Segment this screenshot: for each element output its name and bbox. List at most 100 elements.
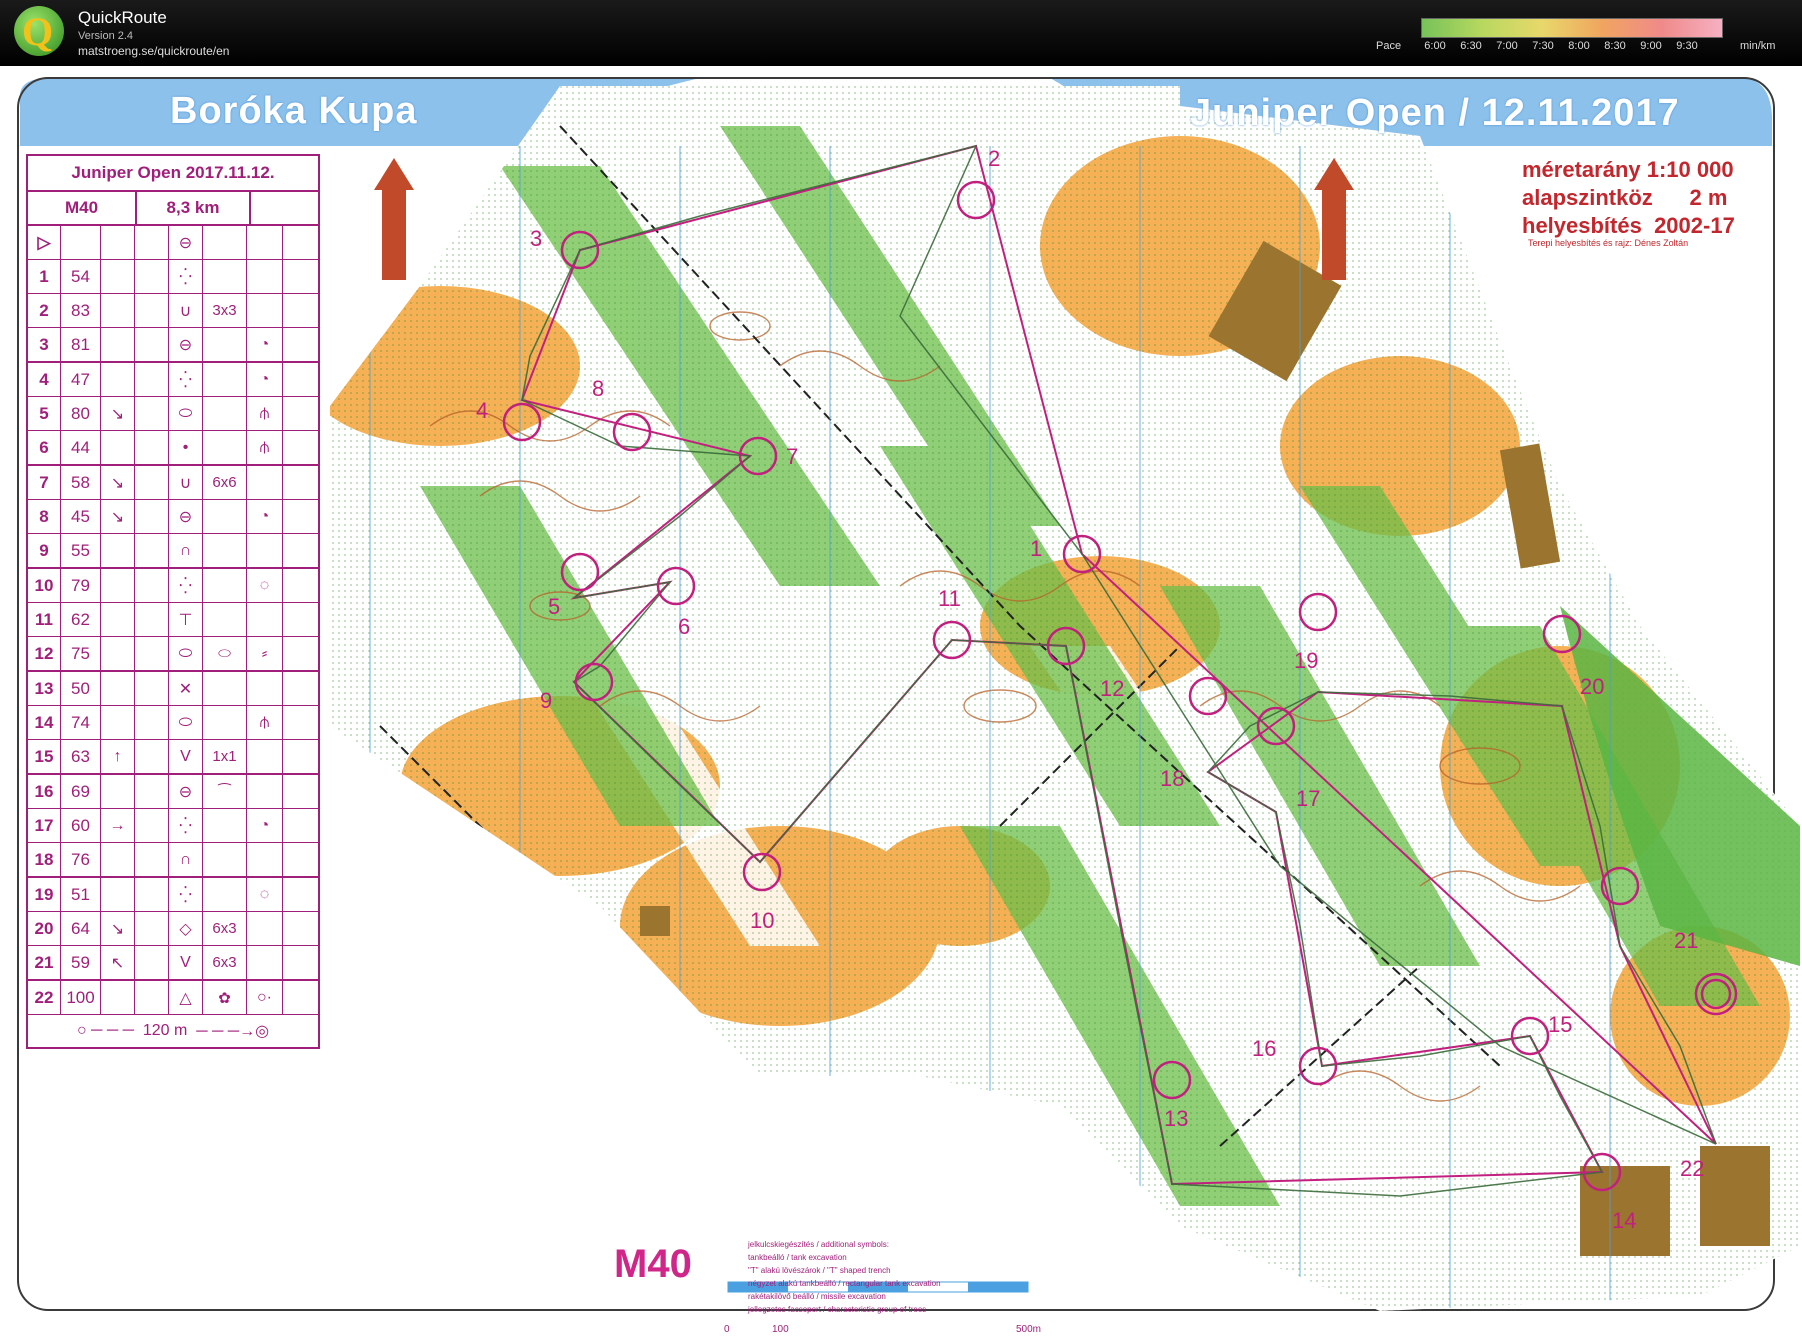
control-number: 16 [1252, 1036, 1276, 1061]
cd-location-icon [247, 946, 283, 979]
legend-line: jellegzetes facsoport / characteristic g… [748, 1305, 927, 1314]
cd-location-icon [247, 294, 283, 327]
cd-location-icon [247, 912, 283, 945]
cd-control-row: 2 83 ∪ 3x3 [28, 294, 318, 328]
cd-start-row: ▷ ⊖ [28, 226, 318, 260]
cd-empty-cell [135, 260, 169, 293]
cd-empty-cell [135, 397, 169, 430]
cd-feature-icon: ⁛ [169, 363, 203, 396]
cd-control-row: 20 64 ↘ ◇ 6x3 [28, 912, 318, 946]
pace-tick: 8:00 [1568, 40, 1590, 52]
cd-empty-cell [135, 466, 169, 499]
quickroute-logo-icon: Q [14, 6, 64, 56]
cd-location-icon: ◔ [247, 500, 283, 533]
cd-empty-cell [135, 328, 169, 361]
cd-direction-icon: → [101, 809, 135, 842]
pace-color-scale [1421, 18, 1723, 38]
cd-control-number: 15 [28, 740, 61, 773]
cd-feature-icon: ⁛ [169, 260, 203, 293]
start-feature-icon: ⊖ [169, 226, 203, 259]
cd-control-number: 4 [28, 363, 61, 396]
cd-empty-cell [135, 740, 169, 773]
cd-control-code: 50 [61, 672, 101, 705]
cd-empty-cell [283, 775, 317, 808]
control-number: 22 [1680, 1156, 1704, 1181]
control-number: 11 [938, 586, 961, 611]
cd-location-icon [247, 534, 283, 567]
control-number: 3 [530, 226, 542, 251]
cd-direction-icon [101, 672, 135, 705]
control-number: 8 [592, 376, 604, 401]
cd-location-icon [247, 775, 283, 808]
control-number: 18 [1160, 766, 1184, 791]
cd-empty-cell [283, 878, 317, 911]
cd-control-number: 11 [28, 603, 61, 636]
cd-control-code: 64 [61, 912, 101, 945]
cd-control-row: 5 80 ↘ ⬭ ⫛ [28, 397, 318, 431]
cd-feature-icon: ∩ [169, 534, 203, 567]
cd-empty-cell [135, 775, 169, 808]
cd-dimension [203, 843, 247, 876]
cd-control-code: 83 [61, 294, 101, 327]
cd-dimension: 3x3 [203, 294, 247, 327]
cd-feature-icon: ◇ [169, 912, 203, 945]
cd-dimension [203, 809, 247, 842]
cd-direction-icon: ↑ [101, 740, 135, 773]
cd-control-number: 16 [28, 775, 61, 808]
cd-control-code: 47 [61, 363, 101, 396]
legend-line: négyzet alakú tankbeálló / rectangular t… [748, 1279, 941, 1288]
cd-control-number: 1 [28, 260, 61, 293]
cd-control-number: 22 [28, 981, 61, 1014]
orienteering-map[interactable]: 1 2 3 4 5 6 7 8 9 10 11 12 13 14 15 16 1… [0, 66, 1802, 1335]
cd-direction-icon: ↘ [101, 466, 135, 499]
cd-dimension: 6x6 [203, 466, 247, 499]
pace-tick: 6:30 [1460, 40, 1482, 52]
cd-empty-cell [283, 363, 317, 396]
cd-empty-cell [283, 706, 317, 739]
cd-empty-cell [283, 431, 317, 464]
cd-dimension [203, 706, 247, 739]
app-url-link[interactable]: matstroeng.se/quickroute/en [78, 44, 229, 58]
cd-dimension [203, 500, 247, 533]
cd-length: 8,3 km [137, 192, 251, 224]
cd-control-row: 4 47 ⁛ ◔ [28, 363, 318, 397]
cd-feature-icon: ⬭ [169, 637, 203, 670]
revision-line: helyesbítés 2002-17 [1522, 213, 1735, 238]
cd-feature-icon: ⊖ [169, 328, 203, 361]
cd-location-icon [247, 260, 283, 293]
control-number: 13 [1164, 1106, 1188, 1131]
cd-dimension [203, 363, 247, 396]
cd-location-icon: ◔ [247, 328, 283, 361]
cd-control-row: 14 74 ⬭ ⫛ [28, 706, 318, 740]
pace-legend-label: Pace [1376, 40, 1402, 52]
cd-direction-icon [101, 294, 135, 327]
pace-tick: 7:30 [1532, 40, 1554, 52]
cd-control-number: 5 [28, 397, 61, 430]
cd-direction-icon [101, 981, 135, 1014]
control-number: 9 [540, 688, 552, 713]
cd-control-row: 13 50 ✕ [28, 672, 318, 706]
map-credit: Terepi helyesbítés és rajz: Dénes Zoltán [1528, 238, 1689, 248]
control-number: 2 [988, 146, 1000, 171]
control-number: 15 [1548, 1012, 1572, 1037]
cd-feature-icon: ∩ [169, 843, 203, 876]
cd-control-number: 13 [28, 672, 61, 705]
cd-control-code: 81 [61, 328, 101, 361]
cd-control-row: 10 79 ⁛ ◌ [28, 569, 318, 603]
app-header-bar: Q QuickRoute Version 2.4 matstroeng.se/q… [0, 0, 1802, 66]
cd-feature-icon: V [169, 946, 203, 979]
control-number: 14 [1612, 1208, 1636, 1233]
cd-dimension [203, 603, 247, 636]
pace-tick: 8:30 [1604, 40, 1626, 52]
pace-tick-labels: 6:00 6:30 7:00 7:30 8:00 8:30 9:00 9:30 [1421, 40, 1721, 54]
cd-direction-icon [101, 706, 135, 739]
cd-finish-row: ○ ─ ─ ─ 120 m ─ ─ ─→◎ [28, 1015, 318, 1047]
scale-bar-label: 0 [724, 1324, 730, 1335]
legend-line: "T" alakú lövészárok / "T" shaped trench [748, 1266, 891, 1275]
cd-direction-icon: ↘ [101, 500, 135, 533]
cd-control-number: 21 [28, 946, 61, 979]
cd-dimension [203, 328, 247, 361]
cd-empty-cell [283, 569, 317, 602]
cd-location-icon: ⸗ [247, 637, 283, 670]
scale-bar-label: 100 [772, 1324, 789, 1335]
